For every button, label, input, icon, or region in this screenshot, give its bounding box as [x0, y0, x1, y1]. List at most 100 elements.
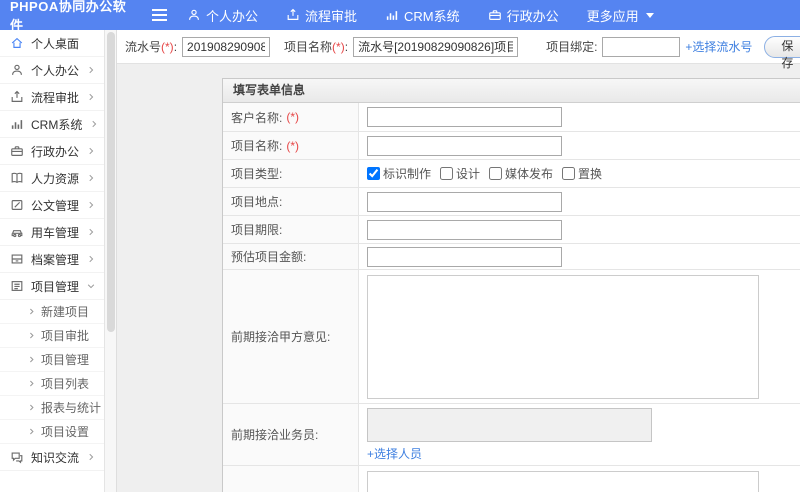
sidebar-item-personal-office[interactable]: 个人办公 — [0, 57, 104, 84]
page-layout: 个人桌面 个人办公 流程审批 CRM系统 行政办公 人力资源 公文管理 用车管理… — [0, 30, 800, 492]
sidebar-subitem-label: 项目列表 — [41, 377, 90, 391]
project-location-input[interactable] — [367, 191, 562, 212]
chat-icon — [10, 450, 24, 464]
chevron-right-icon — [86, 227, 96, 237]
chevron-down-icon — [86, 281, 96, 291]
project-name-input[interactable] — [353, 36, 519, 57]
chevron-right-icon — [86, 65, 96, 75]
sidebar-item-hr[interactable]: 人力资源 — [0, 165, 104, 192]
bar-chart-icon — [10, 117, 24, 131]
form-row-location: 项目地点: — [223, 187, 800, 215]
sidebar-item-label: 个人办公 — [31, 63, 80, 78]
sidebar-item-project-mgmt[interactable]: 项目管理 — [0, 273, 104, 300]
project-duration-label: 项目期限: — [223, 216, 359, 243]
form-row-budget: 预估项目金额: — [223, 243, 800, 269]
menu-toggle-icon[interactable] — [152, 9, 167, 21]
chevron-right-icon — [27, 307, 36, 316]
scrollbar-thumb[interactable] — [107, 32, 115, 332]
project-list-icon — [10, 279, 24, 293]
content-area: 填写表单信息 客户名称: (*) 项目名称: (*) 项目类型: 标识制作 设计 媒… — [117, 64, 800, 492]
checkbox-media-publish[interactable]: 媒体发布 — [489, 165, 553, 182]
project-bind-input[interactable] — [602, 36, 681, 57]
serial-number-input[interactable] — [182, 36, 271, 57]
nav-label: CRM系统 — [404, 8, 460, 24]
sidebar-item-personal-desktop[interactable]: 个人桌面 — [0, 30, 104, 57]
select-person-link[interactable]: +选择人员 — [367, 445, 422, 462]
chevron-right-icon — [86, 146, 96, 156]
chevron-right-icon — [27, 427, 36, 436]
nav-personal-office[interactable]: 个人办公 — [187, 6, 258, 25]
bar-chart-icon — [385, 8, 399, 22]
sidebar-item-document-mgmt[interactable]: 公文管理 — [0, 192, 104, 219]
checkbox-sign-making[interactable]: 标识制作 — [367, 165, 431, 182]
nav-label: 个人办公 — [206, 8, 259, 24]
project-duration-input[interactable] — [367, 219, 562, 240]
home-icon — [10, 36, 24, 50]
form-toolbar: 流水号(*): 项目名称(*): 项目绑定: +选择流水号 保 存 — [117, 30, 800, 70]
nav-more-apps[interactable]: 更多应用 — [587, 6, 654, 25]
form-row-party-a-opinion: 前期接洽甲方意见: — [223, 269, 800, 403]
document-edit-icon — [10, 198, 24, 212]
sidebar-item-label: CRM系统 — [31, 117, 83, 132]
sidebar-subitem-project-list[interactable]: 项目列表 — [0, 372, 104, 396]
sidebar-item-label: 档案管理 — [31, 252, 80, 267]
sidebar: 个人桌面 个人办公 流程审批 CRM系统 行政办公 人力资源 公文管理 用车管理… — [0, 30, 105, 492]
workflow-icon — [10, 90, 24, 104]
sidebar-item-label: 项目管理 — [31, 279, 80, 294]
form-table: 填写表单信息 客户名称: (*) 项目名称: (*) 项目类型: 标识制作 设计 媒… — [222, 78, 800, 492]
chevron-right-icon — [27, 355, 36, 364]
sidebar-subitem-project-settings[interactable]: 项目设置 — [0, 420, 104, 444]
caret-down-icon — [645, 12, 654, 18]
sidebar-subitem-reports-stats[interactable]: 报表与统计 — [0, 396, 104, 420]
app-logo: PHPOA协同办公软件 — [10, 0, 127, 33]
nav-workflow-approval[interactable]: 流程审批 — [286, 6, 357, 25]
customer-name-input[interactable] — [367, 107, 562, 127]
party-a-opinion-label: 前期接洽甲方意见: — [223, 270, 359, 403]
main-area: 流水号(*): 项目名称(*): 项目绑定: +选择流水号 保 存 填写表单信息… — [117, 30, 800, 492]
sign-making-checkbox[interactable] — [367, 167, 380, 180]
bottom-row-label — [223, 466, 359, 492]
project-name-label: 项目名称: (*) — [223, 132, 359, 159]
nav-label: 流程审批 — [305, 8, 358, 24]
project-budget-input[interactable] — [367, 246, 562, 267]
checkbox-design[interactable]: 设计 — [440, 165, 480, 182]
sidebar-item-crm[interactable]: CRM系统 — [0, 111, 104, 138]
sidebar-subitem-label: 报表与统计 — [41, 401, 102, 415]
sidebar-item-admin-office[interactable]: 行政办公 — [0, 138, 104, 165]
serial-label: 流水号(*): — [125, 40, 178, 54]
form-row-salesperson: 前期接洽业务员: +选择人员 — [223, 403, 800, 465]
topbar: PHPOA协同办公软件 个人办公 流程审批 CRM系统 行政办公 更多应用 — [0, 0, 800, 33]
party-a-opinion-textarea[interactable] — [367, 275, 759, 399]
bottom-row-textarea[interactable] — [367, 471, 759, 492]
form-row-project-name: 项目名称: (*) — [223, 131, 800, 159]
sidebar-subitem-project-manage[interactable]: 项目管理 — [0, 348, 104, 372]
sidebar-item-vehicle-mgmt[interactable]: 用车管理 — [0, 219, 104, 246]
customer-name-label: 客户名称: (*) — [223, 103, 359, 131]
chevron-right-icon — [86, 254, 96, 264]
sidebar-subitem-new-project[interactable]: 新建项目 — [0, 300, 104, 324]
design-checkbox[interactable] — [440, 167, 454, 180]
sidebar-item-label: 行政办公 — [31, 144, 80, 159]
user-icon — [187, 8, 201, 22]
select-serial-link[interactable]: +选择流水号 — [685, 38, 752, 55]
sidebar-subitem-project-approval[interactable]: 项目审批 — [0, 324, 104, 348]
chevron-right-icon — [86, 452, 96, 462]
nav-admin-office[interactable]: 行政办公 — [488, 6, 559, 25]
sidebar-item-workflow-approval[interactable]: 流程审批 — [0, 84, 104, 111]
media-publish-checkbox[interactable] — [489, 167, 503, 180]
checkbox-replace[interactable]: 置换 — [562, 165, 602, 182]
save-button[interactable]: 保 存 — [764, 35, 800, 70]
project-type-label: 项目类型: — [223, 160, 359, 187]
project-name-field-input[interactable] — [367, 135, 562, 156]
sidebar-item-label: 用车管理 — [31, 225, 80, 240]
chevron-right-icon — [86, 200, 96, 210]
nav-crm-system[interactable]: CRM系统 — [385, 6, 460, 25]
sidebar-item-archive-mgmt[interactable]: 档案管理 — [0, 246, 104, 273]
form-row-duration: 项目期限: — [223, 215, 800, 243]
sidebar-scrollbar[interactable] — [105, 30, 117, 492]
form-row-project-type: 项目类型: 标识制作 设计 媒体发布 置换 — [223, 159, 800, 187]
chevron-right-icon — [27, 379, 36, 388]
sidebar-item-knowledge-exchange[interactable]: 知识交流 — [0, 444, 104, 471]
form-row-customer: 客户名称: (*) — [223, 103, 800, 131]
replace-checkbox[interactable] — [562, 167, 576, 180]
